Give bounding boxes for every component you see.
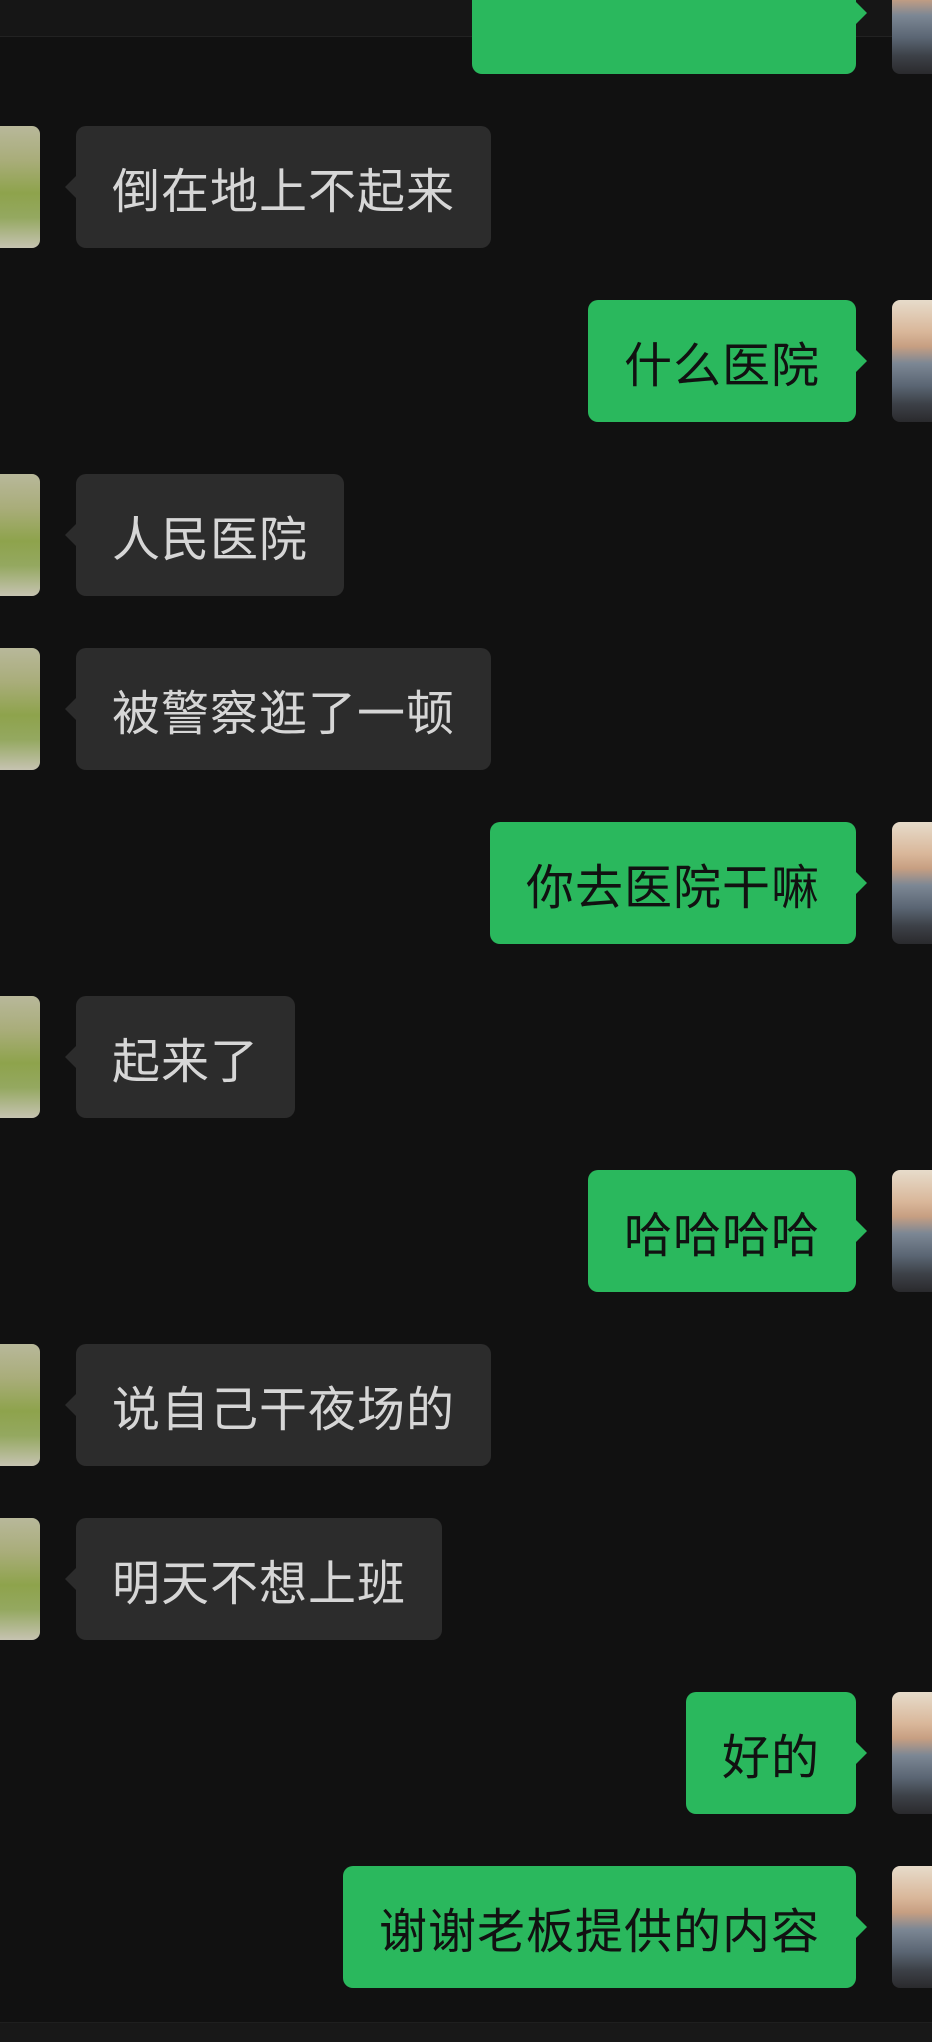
message-row-incoming: 倒在地上不起来 xyxy=(0,126,932,248)
chat-window: 倒在地上不起来 什么医院 人民医院 被警察逛了一顿 你去医院干嘛 起来了 哈哈哈… xyxy=(0,0,932,2042)
message-row-incoming: 被警察逛了一顿 xyxy=(0,648,932,770)
message-bubble-incoming[interactable]: 被警察逛了一顿 xyxy=(76,648,492,770)
message-row-outgoing: 哈哈哈哈 xyxy=(0,1170,932,1292)
message-bubble-outgoing[interactable]: 谢谢老板提供的内容 xyxy=(342,1866,856,1988)
avatar[interactable] xyxy=(892,822,932,944)
message-bubble-incoming[interactable]: 人民医院 xyxy=(76,474,345,596)
avatar[interactable] xyxy=(0,474,40,596)
avatar[interactable] xyxy=(892,1692,932,1814)
message-bubble-outgoing[interactable]: 好的 xyxy=(685,1692,856,1814)
message-bubble-outgoing[interactable]: 哈哈哈哈 xyxy=(587,1170,856,1292)
message-row-outgoing: 谢谢老板提供的内容 xyxy=(0,1866,932,1988)
avatar[interactable] xyxy=(0,996,40,1118)
message-bubble-previous[interactable] xyxy=(472,0,856,74)
avatar[interactable] xyxy=(0,648,40,770)
message-row-outgoing: 你去医院干嘛 xyxy=(0,822,932,944)
message-row-previous xyxy=(0,0,932,74)
message-bubble-incoming[interactable]: 倒在地上不起来 xyxy=(76,126,492,248)
avatar[interactable] xyxy=(0,126,40,248)
avatar[interactable] xyxy=(0,1344,40,1466)
message-row-outgoing: 好的 xyxy=(0,1692,932,1814)
input-bar-edge xyxy=(0,2022,932,2042)
message-row-incoming: 起来了 xyxy=(0,996,932,1118)
avatar[interactable] xyxy=(0,1518,40,1640)
message-row-incoming: 说自己干夜场的 xyxy=(0,1344,932,1466)
message-bubble-outgoing[interactable]: 你去医院干嘛 xyxy=(489,822,856,944)
message-bubble-incoming[interactable]: 说自己干夜场的 xyxy=(76,1344,492,1466)
avatar[interactable] xyxy=(892,1170,932,1292)
message-bubble-outgoing[interactable]: 什么医院 xyxy=(587,300,856,422)
message-row-outgoing: 什么医院 xyxy=(0,300,932,422)
message-row-incoming: 明天不想上班 xyxy=(0,1518,932,1640)
message-bubble-incoming[interactable]: 起来了 xyxy=(76,996,296,1118)
message-row-incoming: 人民医院 xyxy=(0,474,932,596)
avatar[interactable] xyxy=(892,300,932,422)
message-bubble-incoming[interactable]: 明天不想上班 xyxy=(76,1518,443,1640)
avatar[interactable] xyxy=(892,0,932,74)
avatar[interactable] xyxy=(892,1866,932,1988)
